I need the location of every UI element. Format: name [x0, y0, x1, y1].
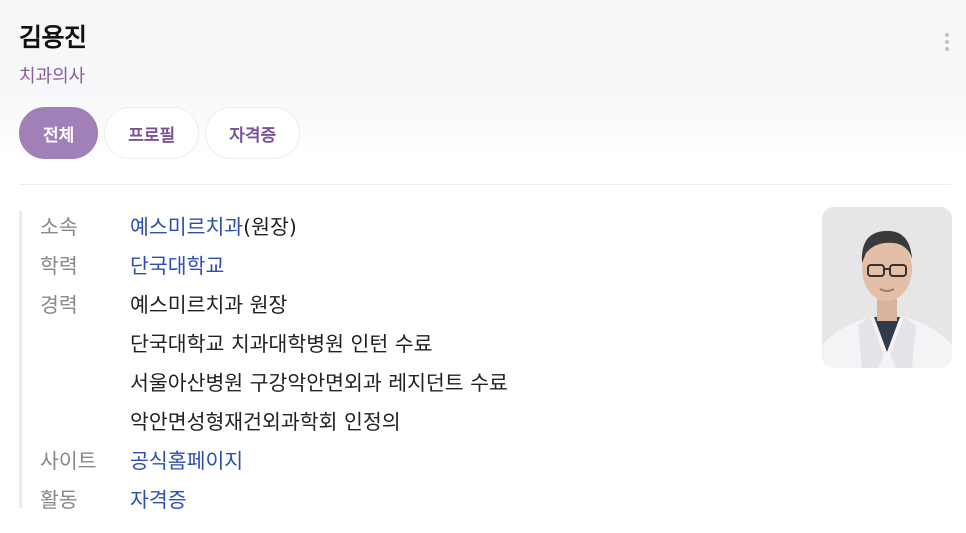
- more-vertical-icon[interactable]: [936, 30, 958, 54]
- career-item: 단국대학교 치과대학병원 인턴 수료: [130, 332, 433, 356]
- row-career-2: 단국대학교 치과대학병원 인턴 수료: [40, 325, 508, 364]
- divider: [19, 184, 951, 185]
- link-activity[interactable]: 자격증: [130, 481, 187, 520]
- tab-certificates[interactable]: 자격증: [205, 107, 301, 159]
- tab-bar: 전체 프로필 자격증: [19, 107, 301, 159]
- row-affiliation: 소속 예스미르치과(원장): [40, 208, 508, 247]
- tab-all[interactable]: 전체: [19, 107, 99, 159]
- row-site: 사이트 공식홈페이지: [40, 442, 508, 481]
- info-side-bar: [19, 211, 22, 508]
- link-site[interactable]: 공식홈페이지: [130, 442, 243, 481]
- career-item: 악안면성형재건외과학회 인정의: [130, 410, 401, 434]
- profile-job: 치과의사: [19, 66, 86, 87]
- row-education: 학력 단국대학교: [40, 247, 508, 286]
- row-activity: 활동 자격증: [40, 481, 508, 520]
- row-career-3: 서울아산병원 구강악안면외과 레지던트 수료: [40, 364, 508, 403]
- career-item: 서울아산병원 구강악안면외과 레지던트 수료: [130, 371, 508, 395]
- info-list: 소속 예스미르치과(원장) 학력 단국대학교 경력 예스미르치과 원장 단국대학…: [40, 208, 508, 520]
- label-affiliation: 소속: [40, 215, 78, 239]
- profile-card: 김용진 치과의사 전체 프로필 자격증 소속 예스미르치과(원장) 학력 단국대…: [0, 0, 966, 533]
- label-career: 경력: [40, 293, 78, 317]
- career-item: 예스미르치과 원장: [130, 293, 288, 317]
- row-career-4: 악안면성형재건외과학회 인정의: [40, 403, 508, 442]
- row-career: 경력 예스미르치과 원장: [40, 286, 508, 325]
- link-affiliation[interactable]: 예스미르치과: [130, 215, 243, 239]
- profile-photo[interactable]: [822, 207, 952, 368]
- value-affiliation: 예스미르치과(원장): [130, 208, 297, 247]
- link-education[interactable]: 단국대학교: [130, 247, 224, 286]
- tab-profile[interactable]: 프로필: [104, 107, 200, 159]
- label-activity: 활동: [40, 488, 78, 512]
- label-site: 사이트: [40, 449, 97, 473]
- affiliation-role: (원장): [243, 215, 297, 239]
- label-education: 학력: [40, 254, 78, 278]
- profile-name: 김용진: [19, 23, 87, 52]
